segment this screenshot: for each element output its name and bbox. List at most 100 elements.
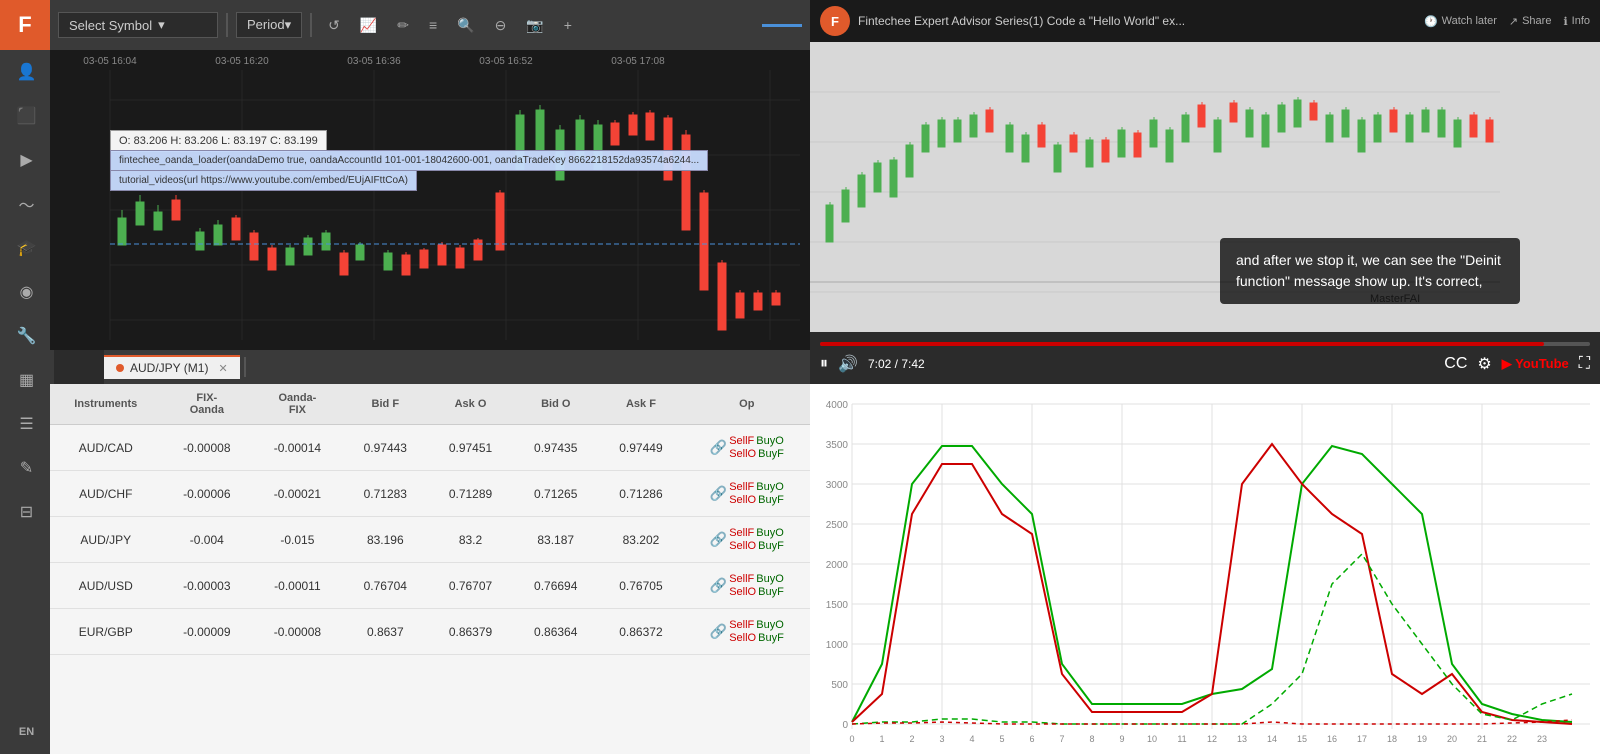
main-content: Select Symbol ▾ Period▾ ↺ 📈 ✏ ≡ 🔍 ⊖ 📷 + … bbox=[50, 0, 810, 754]
buy-o-button[interactable]: BuyO bbox=[756, 527, 784, 539]
symbol-label: Select Symbol bbox=[69, 18, 152, 33]
sell-o-button[interactable]: SellO bbox=[729, 632, 756, 644]
buy-f-button[interactable]: BuyF bbox=[758, 632, 784, 644]
sidebar-item-filter[interactable]: ☰ bbox=[0, 402, 50, 446]
buy-f-button[interactable]: BuyF bbox=[758, 586, 784, 598]
table-row: AUD/JPY -0.004 -0.015 83.196 83.2 83.187… bbox=[50, 517, 810, 563]
progress-bar[interactable] bbox=[820, 342, 1590, 346]
sidebar-item-video[interactable]: ▶ bbox=[0, 138, 50, 182]
refresh-button[interactable]: ↺ bbox=[320, 13, 348, 38]
tabs-spacer bbox=[54, 350, 104, 384]
svg-text:03-05 17:08: 03-05 17:08 bbox=[611, 56, 665, 67]
sidebar-item-linechart[interactable]: 〜 bbox=[0, 182, 50, 226]
draw-button[interactable]: ✏ bbox=[389, 13, 417, 38]
fix-oanda-val: -0.00006 bbox=[162, 471, 253, 517]
symbol-selector[interactable]: Select Symbol ▾ bbox=[58, 12, 218, 38]
share-icon: ↗ bbox=[1509, 15, 1518, 28]
header-bid-o: Bid O bbox=[513, 384, 598, 425]
buy-o-button[interactable]: BuyO bbox=[756, 573, 784, 585]
sidebar-item-chart[interactable]: ⬛ bbox=[0, 94, 50, 138]
toolbar-blue-indicator bbox=[762, 24, 802, 27]
ask-f-val: 0.76705 bbox=[598, 563, 683, 609]
sell-f-button[interactable]: SellF bbox=[729, 573, 754, 585]
link-icon[interactable]: 🔗 bbox=[710, 577, 727, 594]
video-panel: F Fintechee Expert Advisor Series(1) Cod… bbox=[810, 0, 1600, 384]
bid-f-val: 0.8637 bbox=[343, 609, 428, 655]
sidebar: F 👤 ⬛ ▶ 〜 🎓 ◉ 🔧 ▦ ☰ ✎ ⊟ EN bbox=[0, 0, 50, 754]
instrument-name: AUD/USD bbox=[50, 563, 162, 609]
svg-text:20: 20 bbox=[1447, 734, 1457, 744]
sidebar-item-user[interactable]: 👤 bbox=[0, 50, 50, 94]
sell-f-button[interactable]: SellF bbox=[729, 527, 754, 539]
sidebar-logo[interactable]: F bbox=[0, 0, 50, 50]
sell-o-button[interactable]: SellO bbox=[729, 494, 756, 506]
bid-f-val: 0.71283 bbox=[343, 471, 428, 517]
sidebar-item-grid[interactable]: ▦ bbox=[0, 358, 50, 402]
sidebar-item-eye[interactable]: ◉ bbox=[0, 270, 50, 314]
subtitles-button[interactable]: CC bbox=[1444, 355, 1467, 373]
link-icon[interactable]: 🔗 bbox=[710, 531, 727, 548]
candlestick-svg: 03-05 16:04 03-05 16:20 03-05 16:36 03-0… bbox=[50, 50, 810, 340]
zoom-in-button[interactable]: 🔍 bbox=[449, 13, 482, 38]
sidebar-item-table[interactable]: ⊟ bbox=[0, 490, 50, 534]
header-fix-oanda: FIX-Oanda bbox=[162, 384, 253, 425]
svg-text:8: 8 bbox=[1089, 734, 1094, 744]
video-content[interactable]: MasterFAI and after we stop it, we can s… bbox=[810, 42, 1600, 384]
buy-o-button[interactable]: BuyO bbox=[756, 481, 784, 493]
tab-audjpy[interactable]: AUD/JPY (M1) ✕ bbox=[104, 355, 240, 379]
pause-button[interactable]: ⏸ bbox=[820, 355, 828, 373]
tutorial-tooltip: tutorial_videos(url https://www.youtube.… bbox=[110, 170, 417, 191]
add-button[interactable]: + bbox=[556, 13, 580, 37]
share-button[interactable]: ↗ Share bbox=[1509, 15, 1552, 28]
fix-oanda-val: -0.00009 bbox=[162, 609, 253, 655]
link-icon[interactable]: 🔗 bbox=[710, 623, 727, 640]
tab-close-icon[interactable]: ✕ bbox=[218, 362, 227, 375]
svg-text:03-05 16:20: 03-05 16:20 bbox=[215, 56, 269, 67]
instruments-table: Instruments FIX-Oanda Oanda-FIX Bid F As… bbox=[50, 384, 810, 655]
sidebar-item-tools[interactable]: 🔧 bbox=[0, 314, 50, 358]
svg-text:23: 23 bbox=[1537, 734, 1547, 744]
sell-o-button[interactable]: SellO bbox=[729, 448, 756, 460]
link-icon[interactable]: 🔗 bbox=[710, 439, 727, 456]
bid-f-val: 83.196 bbox=[343, 517, 428, 563]
line-chart-button[interactable]: 📈 bbox=[352, 13, 385, 38]
svg-text:2: 2 bbox=[909, 734, 914, 744]
op-cell: 🔗 SellF BuyO SellO BuyF bbox=[684, 471, 810, 517]
sidebar-item-language[interactable]: EN bbox=[0, 710, 50, 754]
buy-f-button[interactable]: BuyF bbox=[758, 540, 784, 552]
oanda-fix-val: -0.00014 bbox=[252, 425, 343, 471]
watch-later-label: Watch later bbox=[1442, 15, 1497, 27]
sell-f-button[interactable]: SellF bbox=[729, 481, 754, 493]
buy-f-button[interactable]: BuyF bbox=[758, 494, 784, 506]
zoom-out-button[interactable]: ⊖ bbox=[487, 13, 515, 38]
fullscreen-button[interactable]: ⛶ bbox=[1579, 355, 1590, 373]
sidebar-item-learn[interactable]: 🎓 bbox=[0, 226, 50, 270]
youtube-logo: ▶ YouTube bbox=[1502, 356, 1569, 372]
sell-f-button[interactable]: SellF bbox=[729, 435, 754, 447]
video-actions: 🕐 Watch later ↗ Share ℹ Info bbox=[1424, 15, 1590, 28]
camera-button[interactable]: 📷 bbox=[518, 13, 551, 38]
buy-o-button[interactable]: BuyO bbox=[756, 619, 784, 631]
buy-o-button[interactable]: BuyO bbox=[756, 435, 784, 447]
buy-f-button[interactable]: BuyF bbox=[758, 448, 784, 460]
volume-button[interactable]: 🔊 bbox=[838, 354, 858, 374]
svg-text:2500: 2500 bbox=[826, 520, 849, 531]
sell-o-button[interactable]: SellO bbox=[729, 540, 756, 552]
info-button[interactable]: ℹ Info bbox=[1563, 15, 1590, 28]
sell-f-button[interactable]: SellF bbox=[729, 619, 754, 631]
candlestick-chart[interactable]: O: 83.206 H: 83.206 L: 83.197 C: 83.199 … bbox=[50, 50, 810, 350]
video-controls[interactable]: ⏸ 🔊 7:02 / 7:42 CC ⚙ ▶ YouTube ⛶ bbox=[810, 332, 1600, 384]
sidebar-item-pen[interactable]: ✎ bbox=[0, 446, 50, 490]
link-icon[interactable]: 🔗 bbox=[710, 485, 727, 502]
bid-o-val: 0.97435 bbox=[513, 425, 598, 471]
svg-text:21: 21 bbox=[1477, 734, 1487, 744]
period-selector[interactable]: Period▾ bbox=[236, 12, 302, 38]
svg-text:14: 14 bbox=[1267, 734, 1277, 744]
svg-text:5: 5 bbox=[999, 734, 1004, 744]
video-title: Fintechee Expert Advisor Series(1) Code … bbox=[858, 14, 1416, 28]
sell-o-button[interactable]: SellO bbox=[729, 586, 756, 598]
op-cell: 🔗 SellF BuyO SellO BuyF bbox=[684, 517, 810, 563]
menu-button[interactable]: ≡ bbox=[421, 13, 445, 37]
watch-later-button[interactable]: 🕐 Watch later bbox=[1424, 15, 1497, 28]
settings-button[interactable]: ⚙ bbox=[1477, 354, 1491, 374]
